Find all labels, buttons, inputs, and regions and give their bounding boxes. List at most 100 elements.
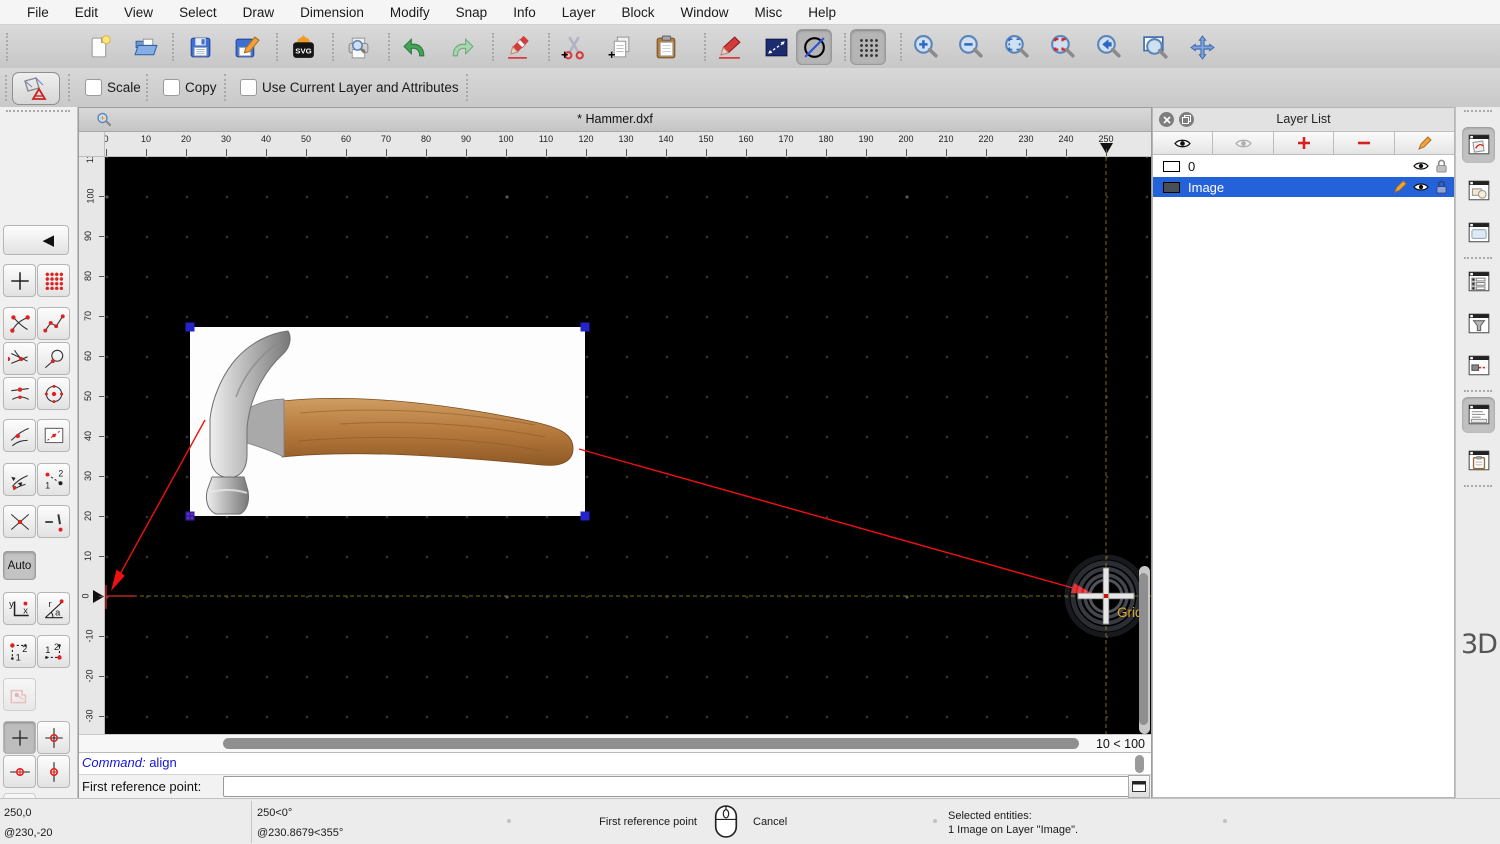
- copy-checkbox[interactable]: [163, 79, 180, 96]
- dock-block-list-button[interactable]: [1462, 173, 1495, 209]
- snap-endpoint-button[interactable]: [3, 307, 36, 340]
- grid-toggle-button[interactable]: [850, 29, 886, 65]
- snap-distance-button[interactable]: 12: [37, 463, 70, 496]
- menu-layer[interactable]: Layer: [549, 5, 609, 20]
- canvas-horizontal-scrollbar[interactable]: 10 < 100: [79, 734, 1151, 752]
- image-entity-hammer[interactable]: [190, 327, 585, 516]
- scale-checkbox[interactable]: [85, 79, 102, 96]
- dock-selection-filter-button[interactable]: [1462, 306, 1495, 342]
- document-title-bar[interactable]: * Hammer.dxf: [79, 108, 1151, 132]
- layer-visible-icon[interactable]: [1413, 161, 1429, 171]
- zoom-window-button[interactable]: [1137, 29, 1173, 65]
- redo-button[interactable]: [443, 29, 479, 65]
- menu-edit[interactable]: Edit: [62, 5, 111, 20]
- snap-intersection-auto-button[interactable]: [3, 342, 36, 375]
- pen-button[interactable]: [712, 29, 748, 65]
- construction-circle-button[interactable]: [796, 29, 832, 65]
- menu-draw[interactable]: Draw: [230, 5, 288, 20]
- zoom-out-button[interactable]: [952, 29, 988, 65]
- zoom-pan-button[interactable]: [1184, 29, 1220, 65]
- keyboard-toggle-button[interactable]: [1128, 775, 1150, 798]
- dock-quick-info-button[interactable]: [1462, 443, 1495, 479]
- save-as-button[interactable]: [228, 29, 264, 65]
- drawing-canvas[interactable]: Grid: [105, 157, 1151, 734]
- layer-lock-icon[interactable]: [1435, 159, 1448, 173]
- dock-library-browser-button[interactable]: [1462, 215, 1495, 251]
- snap-nearest-button[interactable]: [3, 419, 36, 452]
- undo-button[interactable]: [397, 29, 433, 65]
- show-all-layers-button[interactable]: [1153, 132, 1213, 155]
- zoom-extents-button[interactable]: [1044, 29, 1080, 65]
- handle-bottom-left[interactable]: [186, 512, 195, 521]
- canvas-vertical-scrollbar[interactable]: [1139, 566, 1150, 734]
- back-button[interactable]: ◀: [3, 225, 69, 255]
- edit-layer-button[interactable]: [1395, 132, 1454, 155]
- handle-top-left[interactable]: [186, 323, 195, 332]
- export-svg-button[interactable]: SVG: [285, 29, 321, 65]
- measure-button[interactable]: [758, 29, 794, 65]
- align-tool-button[interactable]: [12, 72, 60, 105]
- layer-row-0[interactable]: 0: [1153, 156, 1454, 176]
- zoom-in-button[interactable]: [907, 29, 943, 65]
- save-button[interactable]: [182, 29, 218, 65]
- snap-reference-button[interactable]: [37, 419, 70, 452]
- delete-button[interactable]: [500, 29, 536, 65]
- menu-info[interactable]: Info: [500, 5, 549, 20]
- layer-row-image[interactable]: Image: [1153, 177, 1454, 197]
- menu-modify[interactable]: Modify: [377, 5, 443, 20]
- restrict-off-button[interactable]: [37, 505, 70, 538]
- layer-lock-icon[interactable]: [1435, 180, 1448, 194]
- snap-free-button[interactable]: [3, 264, 36, 297]
- add-layer-button[interactable]: [1274, 132, 1334, 155]
- handle-top-right[interactable]: [581, 323, 590, 332]
- cut-button[interactable]: [555, 29, 591, 65]
- dock-pen-palette-button[interactable]: [1462, 264, 1495, 300]
- menu-window[interactable]: Window: [668, 5, 742, 20]
- restrict-vertical-button[interactable]: [37, 755, 70, 788]
- menu-misc[interactable]: Misc: [742, 5, 796, 20]
- coordinate-cartesian-button[interactable]: yx: [3, 592, 36, 625]
- restrict-nothing-button[interactable]: [3, 721, 36, 754]
- restrict-orthogonal-button[interactable]: [37, 721, 70, 754]
- print-preview-button[interactable]: [340, 29, 376, 65]
- menu-select[interactable]: Select: [166, 5, 230, 20]
- restrict-horizontal-button[interactable]: [3, 755, 36, 788]
- menu-help[interactable]: Help: [795, 5, 849, 20]
- command-scrollbar-thumb[interactable]: [1135, 755, 1144, 773]
- snap-grid-button[interactable]: [37, 264, 70, 297]
- dock-layer-list-button[interactable]: [1462, 127, 1495, 163]
- restrict-orthogonal-snap-button[interactable]: [3, 463, 36, 496]
- menu-dimension[interactable]: Dimension: [287, 5, 377, 20]
- menu-view[interactable]: View: [111, 5, 166, 20]
- command-input[interactable]: [223, 776, 1133, 797]
- handle-bottom-right[interactable]: [581, 512, 590, 521]
- snap-middle-button[interactable]: [3, 377, 36, 410]
- coordinate-polar-button[interactable]: ra: [37, 592, 70, 625]
- layer-edit-icon[interactable]: [1393, 180, 1407, 194]
- dock-command-widget-button[interactable]: [1462, 397, 1495, 433]
- menu-file[interactable]: File: [14, 5, 62, 20]
- remove-layer-button[interactable]: [1334, 132, 1394, 155]
- snap-center-button[interactable]: [37, 377, 70, 410]
- ref-points-12-button[interactable]: 12: [3, 635, 36, 668]
- snap-tangent-icon: [42, 347, 66, 371]
- new-document-button[interactable]: [82, 29, 118, 65]
- ref-points-21-button[interactable]: 12: [37, 635, 70, 668]
- horizontal-scrollbar-thumb[interactable]: [223, 738, 1079, 749]
- dock-pen-wizard-button[interactable]: [1462, 348, 1495, 384]
- use-current-layer-checkbox[interactable]: [240, 79, 257, 96]
- snap-intersection-button[interactable]: [3, 505, 36, 538]
- paste-button[interactable]: [648, 29, 684, 65]
- menu-snap[interactable]: Snap: [443, 5, 501, 20]
- auto-snap-button[interactable]: Auto: [3, 551, 36, 580]
- snap-tangent-button[interactable]: [37, 342, 70, 375]
- open-file-button[interactable]: [128, 29, 164, 65]
- zoom-previous-button[interactable]: [1090, 29, 1126, 65]
- layer-visible-icon[interactable]: [1413, 182, 1429, 192]
- snap-on-entity-button[interactable]: [37, 307, 70, 340]
- menu-block[interactable]: Block: [609, 5, 668, 20]
- vertical-scrollbar-thumb[interactable]: [1139, 573, 1148, 725]
- zoom-auto-button[interactable]: [998, 29, 1034, 65]
- hide-all-layers-button[interactable]: [1213, 132, 1273, 155]
- copy-button[interactable]: [602, 29, 638, 65]
